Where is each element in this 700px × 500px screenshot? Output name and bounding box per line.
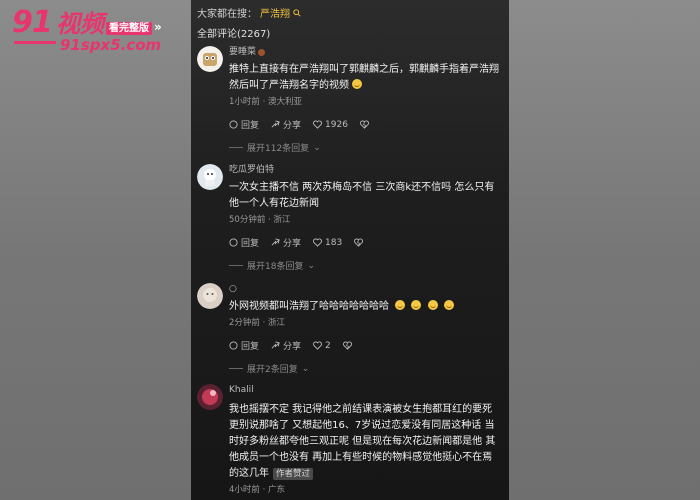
watermark-tag: 看完整版 [106, 22, 152, 35]
expand-replies[interactable]: 展开112条回复 ⌄ [229, 141, 501, 154]
dislike-button[interactable] [359, 120, 369, 129]
chevron-down-icon: ⌄ [301, 363, 310, 374]
watermark-url: 91spx5.com [60, 36, 162, 54]
comment-count: 全部评论(2267) [197, 29, 271, 40]
reply-icon [229, 238, 238, 247]
watermark-logo: 91 视频 看完整版 » 91spx5.com [12, 5, 172, 55]
share-icon [271, 341, 280, 349]
broken-heart-icon [359, 120, 369, 129]
heart-icon [313, 120, 323, 129]
reply-icon [229, 120, 238, 129]
like-count: 2 [325, 340, 331, 351]
background-right [509, 0, 700, 500]
reply-label: 回复 [241, 239, 260, 249]
reply-label: 回复 [241, 342, 260, 352]
share-label: 分享 [283, 342, 302, 352]
username[interactable]: ○ [229, 283, 237, 295]
share-button[interactable]: 分享 [271, 236, 301, 249]
share-icon [271, 120, 280, 128]
share-label: 分享 [283, 121, 302, 131]
comments-panel[interactable]: 大家都在搜： 严浩翔 全部评论(2267) 要睡菜 推特上直接有在严浩翔叫了郭麒… [191, 0, 509, 500]
grin-emoji-icon [443, 300, 454, 310]
reply-button[interactable]: 回复 [229, 339, 259, 352]
share-label: 分享 [283, 239, 302, 249]
comment-meta: 4小时前 · 广东 [229, 485, 286, 495]
comment-text: 一次女主播不信 两次苏梅岛不信 三次商k还不信吗 怎么只有他一个人有花边新闻 [229, 182, 495, 209]
username[interactable]: Khalil [229, 384, 254, 396]
background-left [0, 0, 191, 500]
like-button[interactable]: 1926 [313, 120, 348, 130]
chevron-down-icon: ⌄ [307, 260, 315, 271]
search-prefix: 大家都在搜： [197, 9, 257, 20]
broken-heart-icon [342, 341, 352, 350]
chevron-down-icon: ⌄ [313, 142, 321, 153]
expand-replies[interactable]: 展开18条回复 ⌄ [229, 259, 501, 272]
comment-meta: 2分钟前 · 浙江 [229, 318, 286, 328]
poop-emoji-icon [258, 48, 266, 56]
broken-heart-icon [354, 238, 364, 247]
divider-line [229, 368, 243, 369]
watermark-brand-cn: 视频 [56, 10, 104, 38]
dislike-button[interactable] [354, 238, 364, 247]
search-icon[interactable] [293, 8, 301, 17]
grin-emoji-icon [395, 300, 406, 310]
avatar[interactable] [197, 384, 223, 410]
watermark-chevrons: » [154, 20, 162, 34]
search-term[interactable]: 严浩翔 [260, 5, 290, 20]
reply-icon [229, 341, 238, 350]
expand-label: 展开112条回复 [247, 144, 310, 154]
author-liked-badge: 作者赞过 [273, 468, 314, 480]
smile-emoji-icon [352, 79, 362, 89]
share-icon [271, 238, 280, 246]
heart-icon [313, 238, 323, 247]
search-suggestion[interactable]: 大家都在搜： 严浩翔 [197, 5, 301, 20]
expand-replies[interactable]: 展开2条回复 ⌄ [229, 362, 501, 375]
reply-label: 回复 [241, 121, 260, 131]
like-button[interactable]: 183 [313, 238, 342, 248]
comment-meta: 50分钟前 · 浙江 [229, 215, 291, 225]
reply-button[interactable]: 回复 [229, 236, 259, 249]
avatar[interactable] [197, 46, 223, 72]
comment-text: 推特上直接有在严浩翔叫了郭麒麟之后，郭麒麟手指着严浩翔然后叫了严浩翔名字的视频 [229, 64, 499, 91]
comment-text: 我也摇摆不定 我记得他之前结课表演被女生抱都耳红的要死更别说那啥了 又想起他16… [229, 404, 496, 479]
reply-button[interactable]: 回复 [229, 118, 259, 131]
watermark-bar [14, 41, 56, 44]
comment-meta: 1小时前 · 澳大利亚 [229, 97, 303, 107]
expand-label: 展开2条回复 [247, 365, 298, 375]
username[interactable]: 吃瓜罗伯特 [229, 164, 274, 176]
like-count: 183 [325, 237, 343, 248]
avatar[interactable] [197, 283, 223, 309]
like-button[interactable]: 2 [313, 341, 331, 351]
avatar[interactable] [197, 164, 223, 190]
dislike-button[interactable] [342, 341, 352, 350]
share-button[interactable]: 分享 [271, 339, 301, 352]
divider-line [229, 265, 243, 266]
divider-line [229, 147, 243, 148]
comment-text: 外网视频都叫浩翔了哈哈哈哈哈哈哈 [229, 301, 389, 312]
username[interactable]: 要睡菜 [229, 46, 256, 58]
watermark-brand: 91 [12, 5, 53, 40]
expand-label: 展开18条回复 [247, 262, 304, 272]
heart-icon [313, 341, 323, 350]
grin-emoji-icon [411, 300, 422, 310]
share-button[interactable]: 分享 [271, 118, 301, 131]
grin-emoji-icon [427, 300, 438, 310]
like-count: 1926 [325, 119, 348, 130]
